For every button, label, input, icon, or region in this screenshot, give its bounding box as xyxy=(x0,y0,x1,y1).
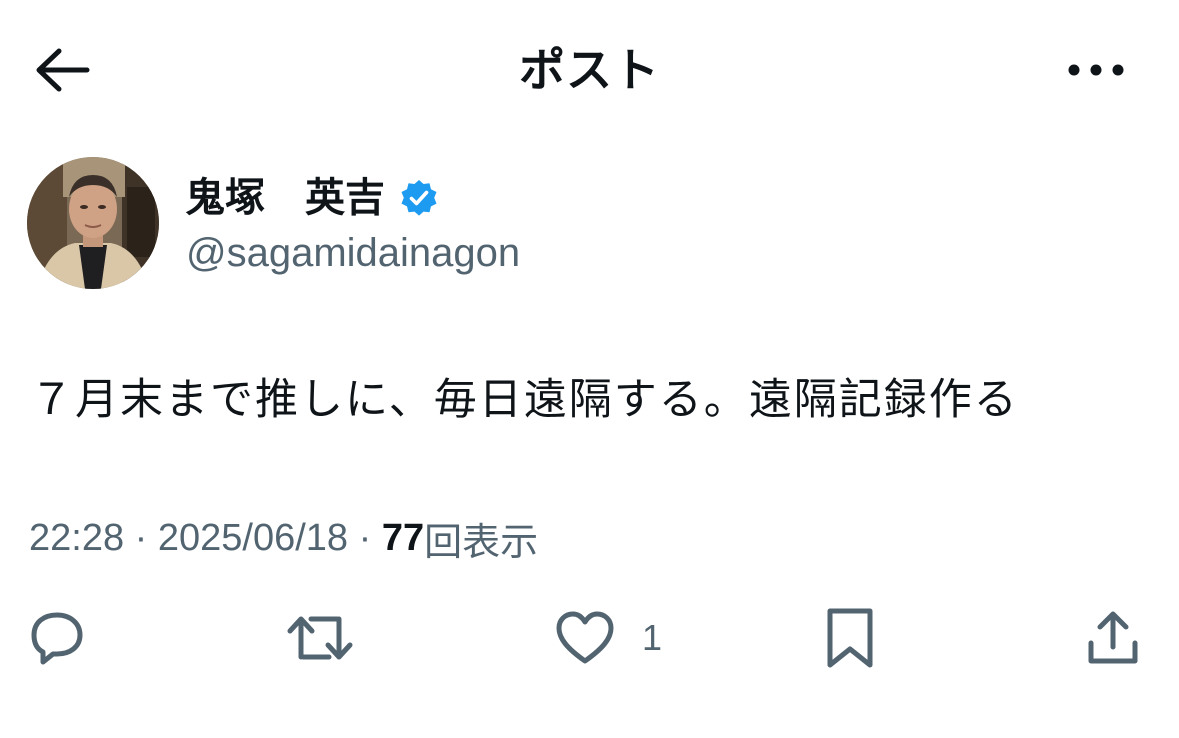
views-label[interactable]: 回表示 xyxy=(424,511,538,566)
post-time[interactable]: 22:28 xyxy=(29,517,124,560)
reply-button[interactable] xyxy=(26,603,88,673)
avatar[interactable] xyxy=(27,157,159,289)
repost-icon xyxy=(287,616,353,660)
verified-badge-icon xyxy=(399,178,439,218)
author-name-row: 鬼塚 英吉 xyxy=(185,170,439,226)
post-date[interactable]: 2025/06/18 xyxy=(158,517,348,560)
bookmark-button[interactable] xyxy=(824,603,876,673)
post-meta: 22:28 · 2025/06/18 · 77 回表示 xyxy=(29,510,538,566)
like-button[interactable]: 1 xyxy=(554,603,662,673)
meta-separator: · xyxy=(348,516,382,559)
post-text: ７月末まで推しに、毎日遠隔する。遠隔記録作る xyxy=(30,376,1019,424)
avatar-image xyxy=(27,157,159,289)
heart-icon xyxy=(556,611,614,664)
views-count[interactable]: 77 xyxy=(382,517,424,560)
more-options-button[interactable] xyxy=(1060,40,1132,100)
like-count: 1 xyxy=(642,617,663,658)
more-horizontal-icon xyxy=(1068,64,1124,76)
bookmark-icon xyxy=(827,608,873,668)
share-icon xyxy=(1088,611,1138,664)
share-button[interactable] xyxy=(1083,603,1143,673)
author-name[interactable]: 鬼塚 英吉 xyxy=(185,170,385,226)
author-handle[interactable]: @sagamidainagon xyxy=(186,225,520,281)
reply-icon xyxy=(31,612,83,665)
repost-button[interactable] xyxy=(285,603,355,673)
page-title: ポスト xyxy=(519,44,660,96)
meta-separator: · xyxy=(124,516,158,559)
top-bar: ポスト xyxy=(0,0,1179,140)
